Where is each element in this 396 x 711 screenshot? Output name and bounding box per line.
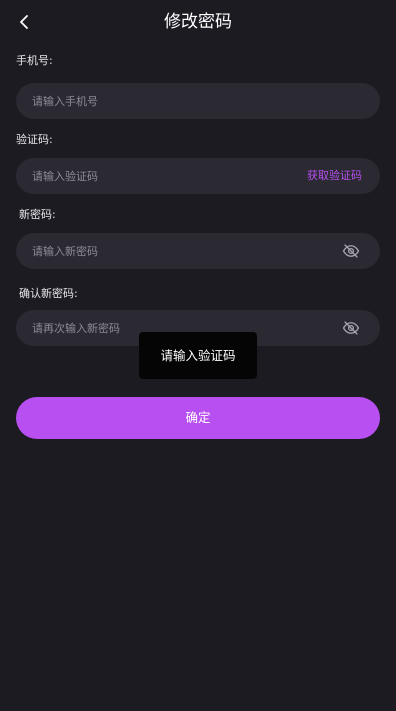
new-password-label: 新密码: — [19, 208, 56, 221]
get-code-button[interactable]: 获取验证码 — [307, 158, 362, 194]
phone-field — [16, 83, 380, 119]
phone-label: 手机号: — [16, 54, 53, 67]
code-label: 验证码: — [16, 133, 53, 146]
new-password-field — [16, 233, 380, 269]
toast-message: 请输入验证码 — [139, 332, 257, 379]
change-password-screen: 修改密码 手机号: 验证码: 获取验证码 新密码: 确认新密码: 请输入验证码 … — [0, 0, 396, 711]
code-input[interactable] — [32, 158, 302, 194]
code-field: 获取验证码 — [16, 158, 380, 194]
eye-off-icon[interactable] — [342, 242, 360, 260]
new-password-input[interactable] — [32, 233, 302, 269]
confirm-password-label: 确认新密码: — [19, 287, 78, 300]
page-title: 修改密码 — [164, 12, 232, 32]
nav-bar: 修改密码 — [0, 0, 396, 44]
eye-off-icon[interactable] — [342, 319, 360, 337]
confirm-button[interactable]: 确定 — [16, 397, 380, 439]
phone-input[interactable] — [32, 83, 302, 119]
